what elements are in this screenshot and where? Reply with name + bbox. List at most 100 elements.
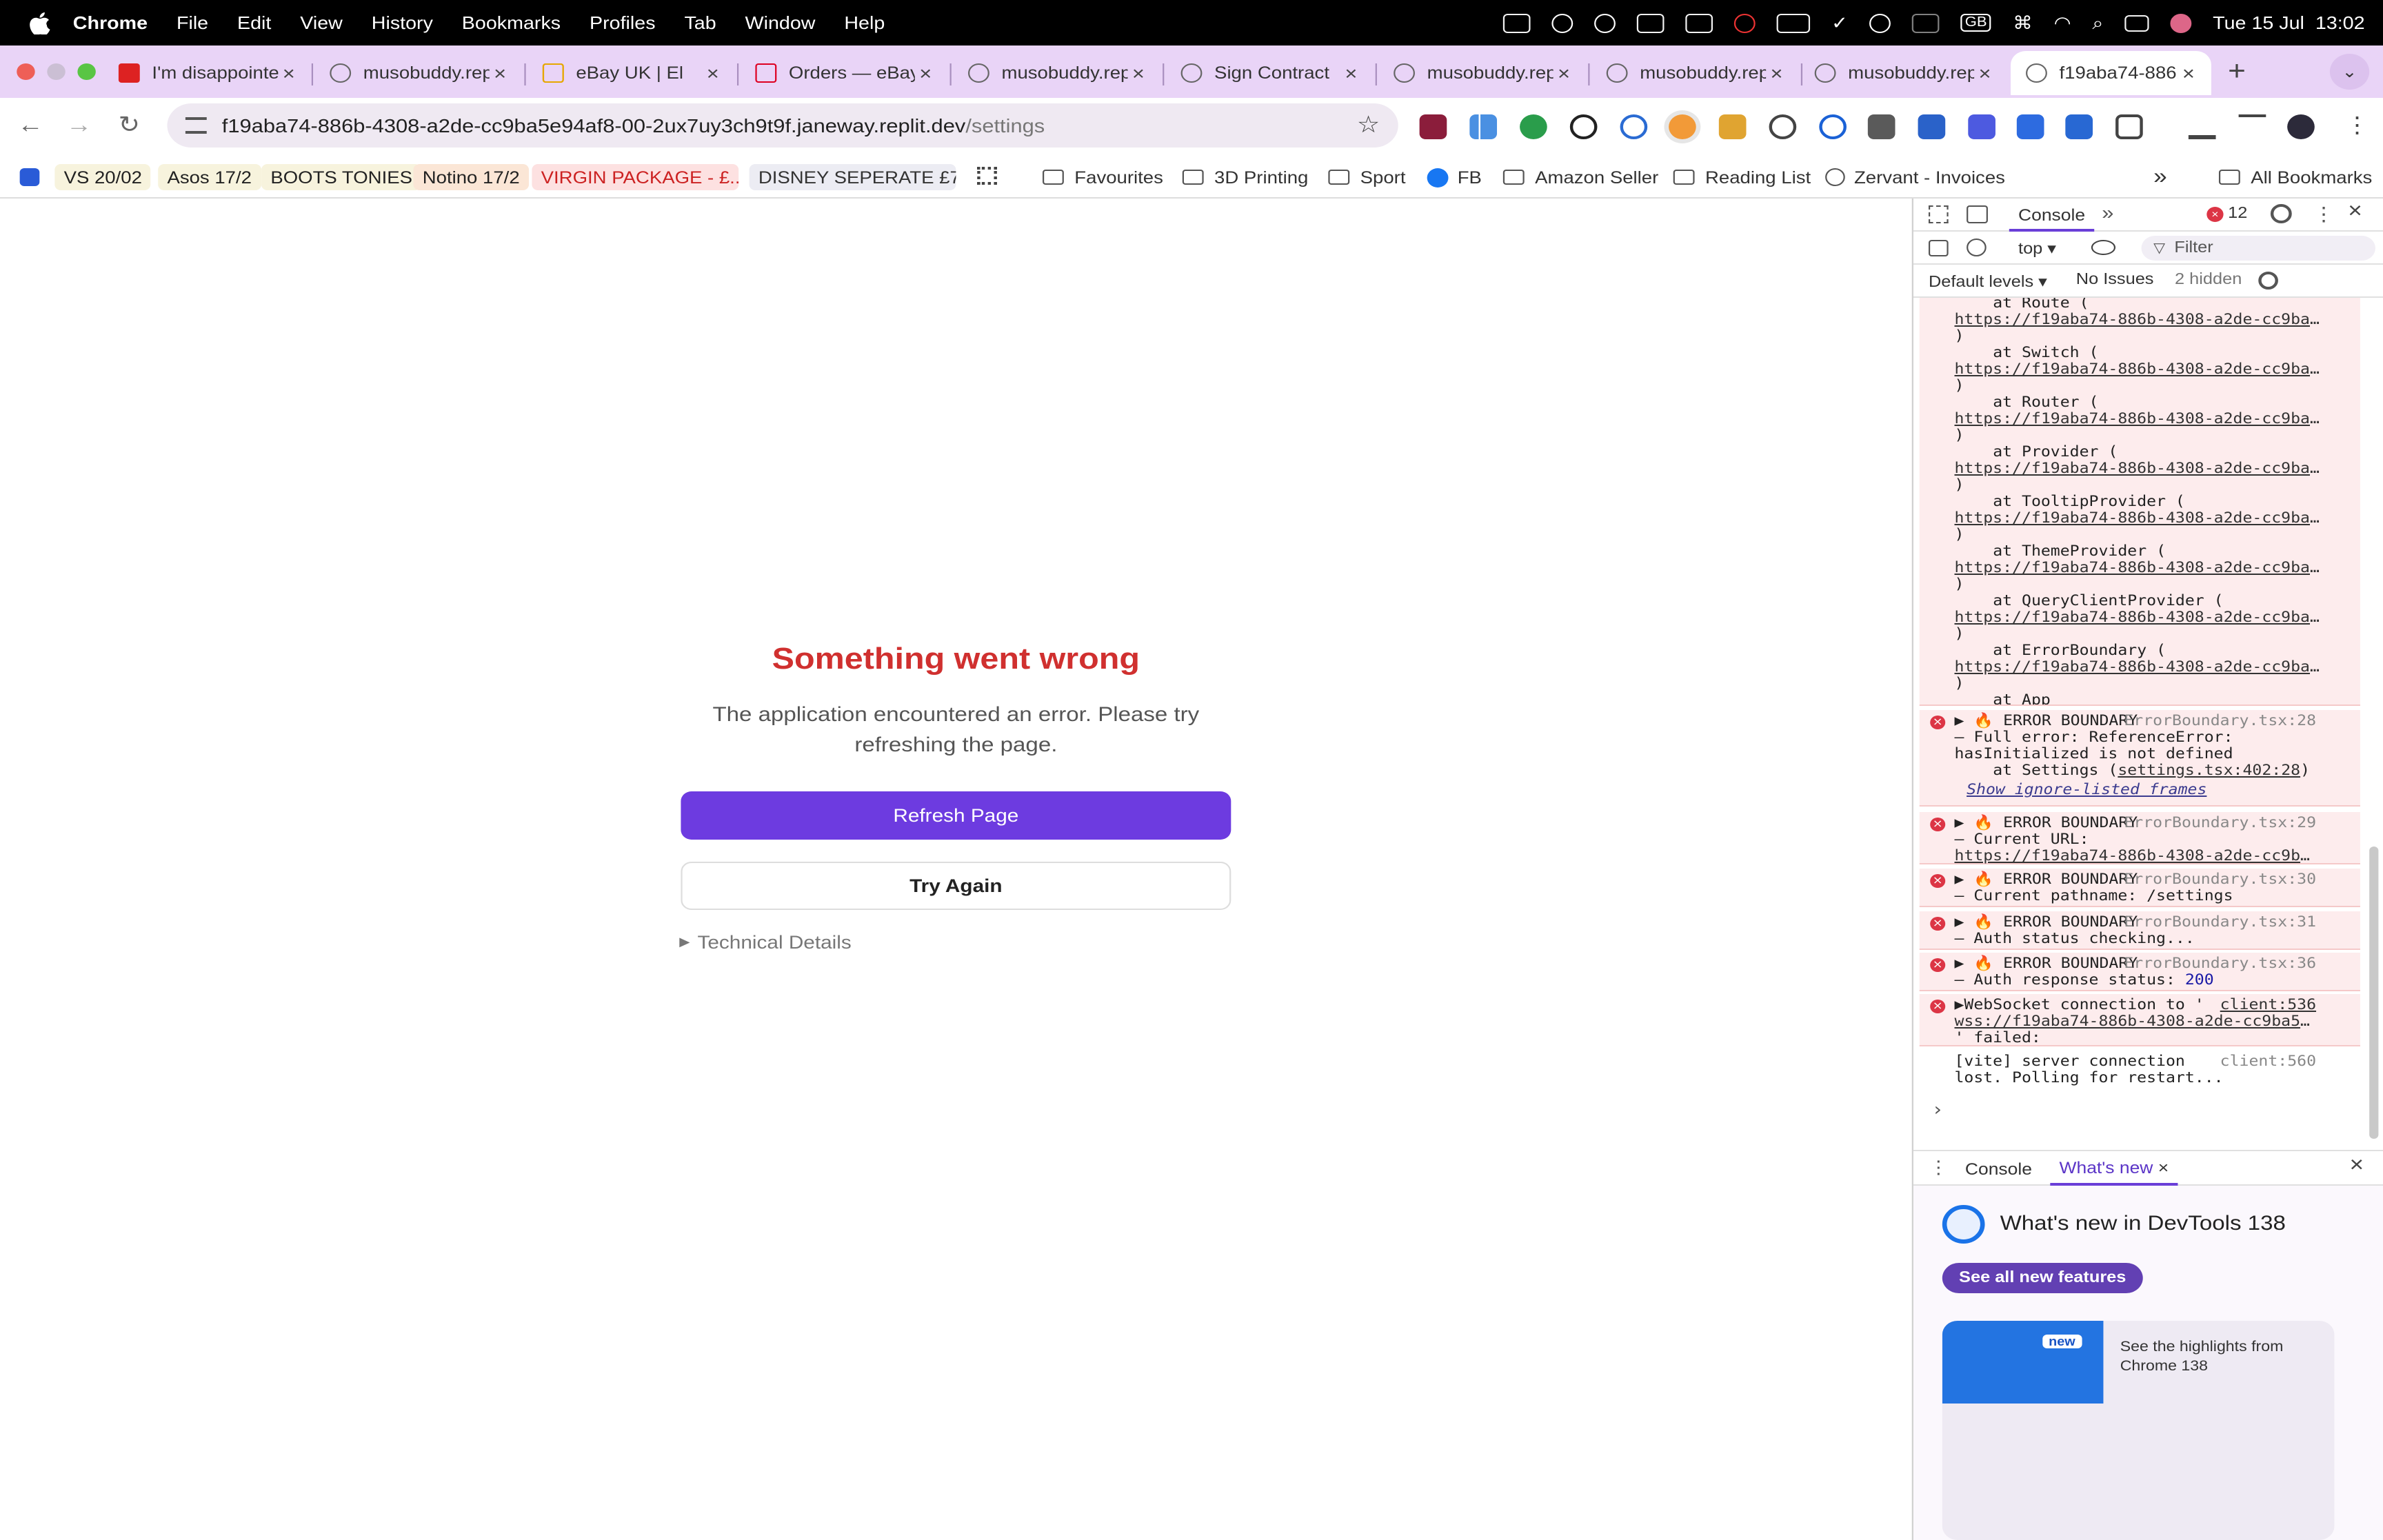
extension-chrome-icon[interactable] [1669, 114, 1696, 139]
tab-9[interactable]: musobuddy.replit × [1800, 51, 2008, 95]
device-toolbar-icon[interactable] [1967, 205, 1988, 223]
menu-help[interactable]: Help [844, 12, 885, 33]
reload-button[interactable]: ↻ [114, 112, 144, 139]
stack-link[interactable]: https://f19aba74-886b-4308-a2de-cc9ba5e… [1954, 609, 2325, 626]
tab-3b[interactable]: x × [527, 51, 736, 95]
control-center-icon[interactable] [2124, 14, 2149, 31]
play-icon[interactable] [1869, 13, 1891, 32]
console-scrollbar[interactable] [2369, 847, 2379, 1139]
extension-badge-icon[interactable] [1968, 114, 1995, 139]
websocket-url-link[interactable]: wss://f19aba74-886b-4308-a2de-cc9ba5e94… [1954, 1013, 2319, 1030]
extension-grid-icon[interactable] [2065, 114, 2093, 139]
console-error-message[interactable]: × ▶ 🔥 ERROR BOUNDARY ErrorBoundary.tsx:3… [1919, 911, 2360, 950]
close-icon[interactable]: × [490, 62, 511, 84]
menu-profiles[interactable]: Profiles [590, 12, 656, 33]
minimize-window-button[interactable] [47, 63, 66, 80]
bookmark-virgin[interactable]: VIRGIN PACKAGE - £... [532, 164, 739, 190]
context-selector[interactable]: top ▾ [2018, 239, 2056, 258]
error-source-link[interactable]: ErrorBoundary.tsx:28 [2124, 713, 2316, 729]
error-source-link[interactable]: ErrorBoundary.tsx:31 [2124, 914, 2316, 931]
extension-b-icon[interactable] [2016, 114, 2044, 139]
close-icon[interactable]: × [915, 62, 936, 84]
maximize-window-button[interactable] [77, 63, 96, 80]
refresh-page-button[interactable]: Refresh Page [681, 791, 1231, 840]
log-levels-dropdown[interactable]: Default levels ▾ [1929, 272, 2047, 291]
tab-8[interactable]: musobuddy.replit × [1591, 51, 1800, 95]
close-icon[interactable]: × [1340, 62, 1362, 84]
stack-link[interactable]: https://f19aba74-886b-4308-a2de-cc9ba5e… [1954, 361, 2325, 378]
console-settings-icon[interactable] [2258, 272, 2278, 290]
extension-t-icon[interactable] [1419, 114, 1447, 139]
apps-grid-icon[interactable] [977, 167, 997, 185]
extension-folder-blue-icon[interactable] [1918, 114, 1946, 139]
menu-view[interactable]: View [300, 12, 343, 33]
extension-gear-icon[interactable] [1620, 114, 1648, 139]
forward-button[interactable]: → [64, 112, 94, 139]
tab-search-button[interactable]: ⌄ [2329, 54, 2370, 90]
extension-check-icon[interactable] [1569, 114, 1598, 139]
stack-link[interactable]: https://f19aba74-886b-4308-a2de-cc9ba5e… [1954, 560, 2325, 576]
menubar-clock[interactable]: Tue 15 Jul 13:02 [2213, 12, 2364, 33]
close-icon[interactable]: × [1974, 62, 1995, 84]
close-devtools-icon[interactable]: × [2348, 200, 2362, 225]
tab-4[interactable]: Orders — eBay × [740, 51, 948, 95]
tab-console[interactable]: Console [2009, 199, 2095, 232]
console-error-message[interactable]: × ▶ 🔥 ERROR BOUNDARY ErrorBoundary.tsx:3… [1919, 869, 2360, 907]
highlights-video-thumbnail[interactable] [1942, 1321, 2104, 1404]
address-bar[interactable]: f19aba74-886b-4308-a2de-cc9ba5e94af8-00-… [167, 103, 1398, 148]
siri-icon[interactable] [2170, 13, 2192, 32]
extension-folder-icon[interactable] [1867, 114, 1896, 139]
error-source-link[interactable]: client:536 [2220, 997, 2316, 1013]
current-url-link[interactable]: https://f19aba74-886b-4308-a2de-cc9ba5e… [1954, 848, 2319, 864]
more-tabs-button[interactable]: » [2102, 201, 2113, 223]
bookmark-star-icon[interactable]: ☆ [1357, 112, 1380, 139]
status-app-icon[interactable] [1502, 13, 1531, 32]
console-error-message[interactable]: × ▶WebSocket connection to ' client:536 … [1919, 994, 2360, 1046]
stack-link[interactable]: https://f19aba74-886b-4308-a2de-cc9ba5e… [1954, 460, 2325, 477]
info-source-link[interactable]: client:560 [2220, 1053, 2316, 1070]
stack-link[interactable]: https://f19aba74-886b-4308-a2de-cc9ba5e… [1954, 510, 2325, 527]
tab-6[interactable]: Sign Contract × [1166, 51, 1374, 95]
media-controls-icon[interactable] [2238, 114, 2266, 139]
bookmarks-overflow-button[interactable]: » [2153, 164, 2167, 190]
status-feed-icon[interactable] [1551, 13, 1573, 32]
extensions-puzzle-icon[interactable] [2115, 114, 2143, 139]
try-again-button[interactable]: Try Again [681, 862, 1231, 910]
bookmark-disney[interactable]: DISNEY SEPERATE £7... [749, 164, 956, 190]
folder-sport[interactable]: Sport [1328, 164, 1406, 190]
close-icon[interactable]: × [2158, 1158, 2169, 1177]
settings-gear-icon[interactable] [2270, 204, 2292, 223]
display-icon[interactable] [1911, 13, 1940, 32]
1password-icon[interactable] [1594, 13, 1616, 32]
close-icon[interactable]: × [2178, 62, 2199, 84]
profile-avatar[interactable] [2287, 114, 2315, 139]
stack-link[interactable]: https://f19aba74-886b-4308-a2de-cc9ba5e… [1954, 411, 2325, 427]
close-window-button[interactable] [17, 63, 35, 80]
console-prompt[interactable]: › [1931, 1102, 1943, 1119]
folder-3d-printing[interactable]: 3D Printing [1182, 164, 1308, 190]
sidebar-toggle-icon[interactable] [1928, 240, 1949, 256]
extension-chart-icon[interactable] [1469, 114, 1498, 139]
console-error-message[interactable]: × ▶ 🔥 ERROR BOUNDARY ErrorBoundary.tsx:3… [1919, 953, 2360, 991]
clear-console-icon[interactable] [1967, 239, 1987, 256]
menu-file[interactable]: File [177, 12, 208, 33]
close-icon[interactable]: × [702, 62, 723, 84]
show-ignore-listed-frames-link[interactable]: Show ignore-listed frames [1967, 782, 2206, 798]
extension-cloud-icon[interactable] [1769, 114, 1797, 139]
close-icon[interactable]: × [1766, 62, 1787, 84]
highlights-card[interactable]: new See the highlights from Chrome 138 [1942, 1321, 2335, 1540]
technical-details-toggle[interactable]: ▶ Technical Details [679, 932, 852, 953]
console-info-message[interactable]: [vite] server connection client:560 lost… [1920, 1053, 2360, 1092]
tab-1[interactable]: I'm disappointed × [103, 51, 312, 95]
error-source-link[interactable]: ErrorBoundary.tsx:30 [2124, 871, 2316, 888]
close-icon[interactable]: × [1127, 62, 1149, 84]
stack-link[interactable]: https://f19aba74-886b-4308-a2de-cc9ba5e… [1954, 312, 2325, 328]
folder-favourites[interactable]: Favourites [1043, 164, 1163, 190]
bookmark-notino[interactable]: Notino 17/2 [413, 164, 529, 190]
close-icon[interactable]: × [1554, 62, 1575, 84]
bookmark-boots[interactable]: BOOTS TONIES [261, 164, 422, 190]
issues-label[interactable]: No Issues [2076, 272, 2154, 288]
filter-input[interactable]: ▽ Filter [2141, 236, 2375, 261]
extension-1password-icon[interactable] [1819, 114, 1847, 139]
folder-amazon-seller[interactable]: Amazon Seller [1502, 164, 1658, 190]
